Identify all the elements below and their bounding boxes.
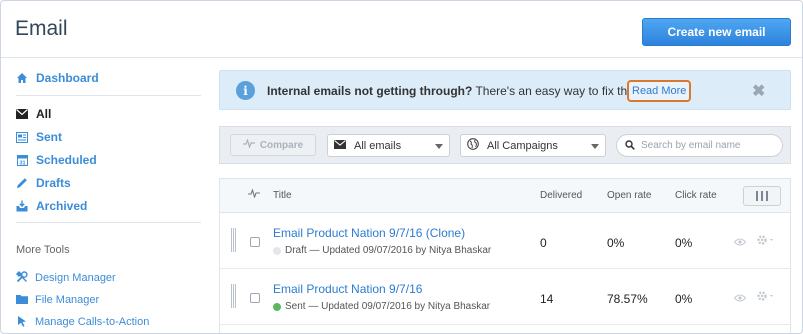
row-actions bbox=[733, 234, 776, 249]
email-type-value: All emails bbox=[354, 139, 402, 152]
sidebar: Dashboard All Sent 31 Scheduled Drafts A… bbox=[1, 58, 201, 333]
row-checkbox[interactable] bbox=[250, 237, 260, 247]
email-meta: Sent — Updated 09/07/2016 by Nitya Bhask… bbox=[273, 301, 490, 312]
email-app-window: Email Create new email Dashboard All Sen… bbox=[0, 0, 803, 334]
delivered-value: 14 bbox=[540, 292, 554, 306]
open-rate-value: 0% bbox=[607, 236, 625, 250]
info-banner: i Internal emails not getting through? T… bbox=[219, 70, 791, 110]
pencil-icon bbox=[16, 177, 28, 189]
tool-item-manage-ctas[interactable]: Manage Calls-to-Action bbox=[16, 314, 149, 330]
click-rate-value: 0% bbox=[675, 292, 693, 306]
search-box[interactable] bbox=[616, 134, 783, 157]
column-header-delivered[interactable]: Delivered bbox=[540, 190, 582, 201]
compare-button[interactable]: Compare bbox=[230, 134, 316, 156]
tool-item-label: File Manager bbox=[35, 294, 100, 306]
sidebar-item-scheduled[interactable]: 31 Scheduled bbox=[16, 151, 97, 169]
chevron-down-icon bbox=[435, 144, 443, 149]
compare-label: Compare bbox=[259, 139, 304, 151]
column-header-title[interactable]: Title bbox=[273, 190, 292, 201]
cta-icon bbox=[16, 315, 28, 330]
columns-icon bbox=[766, 191, 768, 201]
drag-handle-icon[interactable] bbox=[231, 228, 236, 252]
read-more-link[interactable]: Read More bbox=[627, 80, 692, 102]
campaign-value: All Campaigns bbox=[487, 139, 558, 152]
gear-icon[interactable] bbox=[756, 290, 776, 305]
globe-icon bbox=[467, 138, 479, 153]
sidebar-item-label: Sent bbox=[36, 130, 63, 144]
email-table: Title Delivered Open rate Click rate Ema… bbox=[219, 178, 791, 333]
create-new-email-button[interactable]: Create new email bbox=[642, 18, 791, 46]
column-settings-button[interactable] bbox=[743, 186, 781, 206]
calendar-icon: 31 bbox=[16, 154, 28, 166]
close-icon[interactable]: ✖ bbox=[752, 81, 765, 101]
columns-icon bbox=[756, 191, 758, 201]
svg-text:31: 31 bbox=[19, 161, 25, 167]
tools-icon bbox=[16, 270, 28, 286]
banner-text: There's an easy way to fix that. bbox=[472, 84, 641, 98]
sent-icon bbox=[16, 131, 28, 143]
envelope-icon bbox=[16, 108, 28, 120]
home-icon bbox=[16, 72, 28, 84]
sidebar-divider bbox=[16, 95, 201, 96]
email-meta: Draft — Updated 09/07/2016 by Nitya Bhas… bbox=[273, 245, 491, 256]
sidebar-item-all[interactable]: All bbox=[16, 105, 51, 123]
gear-icon[interactable] bbox=[756, 234, 776, 249]
pulse-icon bbox=[248, 188, 260, 201]
email-meta-text: Sent — Updated 09/07/2016 by Nitya Bhask… bbox=[285, 301, 491, 312]
sidebar-item-label: All bbox=[36, 107, 52, 121]
sidebar-item-dashboard[interactable]: Dashboard bbox=[16, 69, 99, 87]
page-title: Email bbox=[15, 17, 68, 40]
email-title-link[interactable]: Email Product Nation 9/7/16 bbox=[273, 282, 422, 296]
column-header-open-rate[interactable]: Open rate bbox=[607, 190, 651, 201]
filter-toolbar: Compare All emails All Campaigns bbox=[219, 126, 791, 164]
sidebar-item-label: Scheduled bbox=[36, 153, 97, 167]
sidebar-item-sent[interactable]: Sent bbox=[16, 128, 62, 146]
sidebar-divider bbox=[16, 222, 201, 223]
pulse-icon bbox=[242, 138, 255, 151]
eye-icon[interactable] bbox=[733, 291, 747, 305]
email-title-link[interactable]: Email Product Nation 9/7/16 (Clone) bbox=[273, 226, 465, 240]
row-actions bbox=[733, 290, 776, 305]
info-icon: i bbox=[236, 81, 255, 100]
campaign-select[interactable]: All Campaigns bbox=[460, 134, 606, 157]
status-dot-icon bbox=[273, 246, 281, 255]
email-type-select[interactable]: All emails bbox=[327, 134, 450, 157]
email-meta-text: Draft — Updated 09/07/2016 by Nitya Bhas… bbox=[285, 245, 492, 256]
sidebar-item-drafts[interactable]: Drafts bbox=[16, 174, 71, 192]
chevron-down-icon bbox=[591, 144, 599, 149]
drag-handle-icon[interactable] bbox=[231, 284, 236, 308]
table-header: Title Delivered Open rate Click rate bbox=[220, 179, 790, 213]
row-checkbox[interactable] bbox=[250, 293, 260, 303]
tool-item-label: Design Manager bbox=[35, 272, 116, 284]
search-input[interactable] bbox=[641, 140, 771, 151]
status-dot-icon bbox=[273, 302, 281, 311]
search-icon bbox=[625, 137, 635, 155]
sidebar-item-label: Archived bbox=[36, 199, 88, 213]
columns-icon bbox=[761, 191, 763, 201]
sidebar-item-label: Dashboard bbox=[36, 71, 99, 85]
tool-item-label: Manage Calls-to-Action bbox=[35, 316, 150, 328]
open-rate-value: 78.57% bbox=[607, 292, 648, 306]
banner-message: Internal emails not getting through? The… bbox=[267, 84, 641, 98]
sidebar-item-label: Drafts bbox=[36, 176, 71, 190]
tool-item-file-manager[interactable]: File Manager bbox=[16, 292, 99, 308]
column-header-click-rate[interactable]: Click rate bbox=[675, 190, 717, 201]
eye-icon[interactable] bbox=[733, 235, 747, 249]
folder-icon bbox=[16, 294, 28, 307]
table-row[interactable]: Email Product Nation 9/7/16 (Clone) Draf… bbox=[220, 214, 790, 269]
archive-icon bbox=[16, 200, 28, 212]
tool-item-design-manager[interactable]: Design Manager bbox=[16, 270, 116, 286]
table-row[interactable]: Email Product Nation 9/7/16 Sent — Updat… bbox=[220, 270, 790, 325]
click-rate-value: 0% bbox=[675, 236, 693, 250]
delivered-value: 0 bbox=[540, 236, 547, 250]
envelope-icon bbox=[334, 139, 346, 152]
more-tools-heading: More Tools bbox=[16, 244, 70, 256]
sidebar-item-archived[interactable]: Archived bbox=[16, 197, 87, 215]
banner-bold-text: Internal emails not getting through? bbox=[267, 84, 473, 98]
